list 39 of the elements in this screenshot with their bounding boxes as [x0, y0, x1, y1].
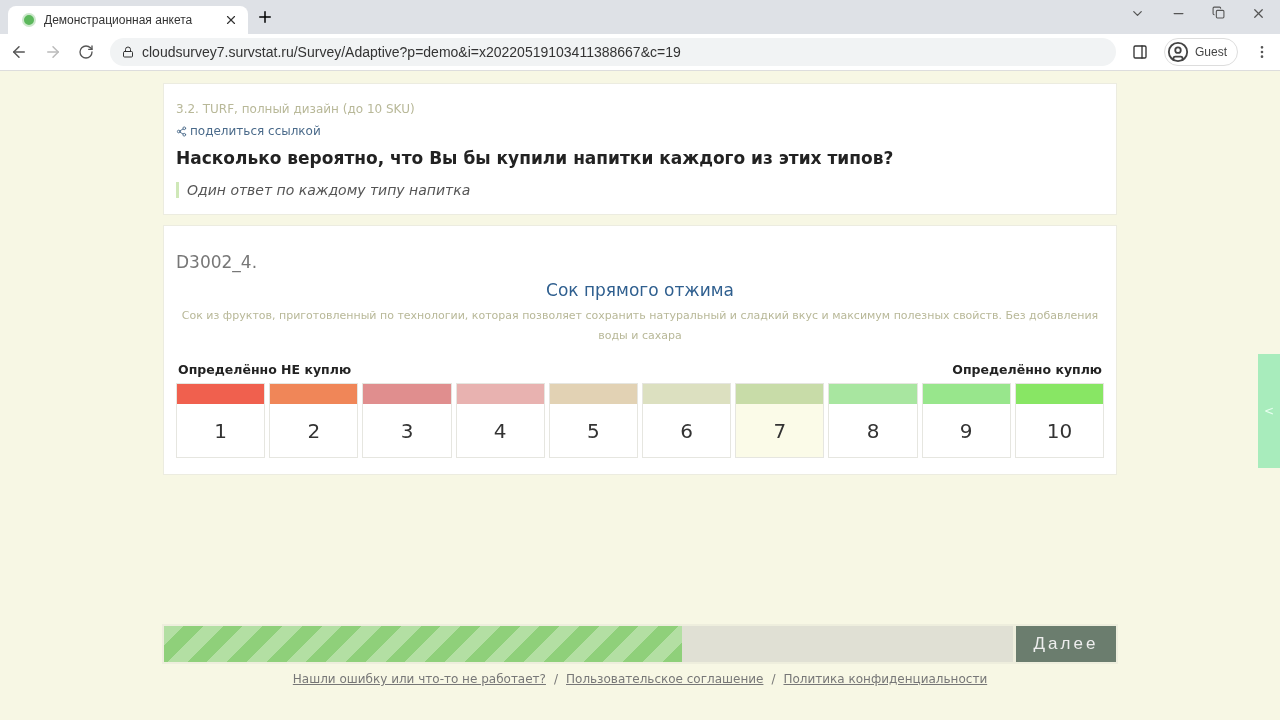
- rating-option[interactable]: 3: [362, 383, 452, 458]
- share-icon: [176, 125, 187, 137]
- lock-icon: [122, 46, 134, 58]
- question-text: Насколько вероятно, что Вы бы купили напитки каждого из этих типов?: [176, 148, 895, 168]
- url-text: cloudsurvey7.survstat.ru/Survey/Adaptive?p=demo&i=x20220519103411388667&c=19: [142, 44, 681, 60]
- high-label: Определённо куплю: [952, 362, 1102, 377]
- rating-option[interactable]: 4: [455, 383, 545, 458]
- address-bar[interactable]: cloudsurvey7.survstat.ru/Survey/Adaptive?p=demo&i=x20220519103411388667&c=19: [110, 38, 1116, 66]
- restore-icon[interactable]: [1212, 5, 1225, 19]
- item-code: D3002_4.: [176, 252, 259, 272]
- footer-link[interactable]: Политика конфиденциальности: [783, 672, 988, 686]
- low-label: Определённо НЕ куплю: [178, 362, 352, 377]
- separator: /: [771, 672, 776, 686]
- footer-link[interactable]: Пользовательское соглашение: [566, 672, 764, 686]
- section-label: 3.2. TURF, полный дизайн (до 10 SKU): [176, 102, 416, 116]
- rating-option[interactable]: 6: [642, 383, 732, 458]
- share-link[interactable]: поделиться ссылкой: [176, 124, 1104, 138]
- separator: /: [553, 672, 558, 686]
- close-icon[interactable]: [224, 13, 238, 27]
- browser-tab[interactable]: Демонстрационная анкета: [8, 6, 248, 34]
- avatar-icon: [1167, 41, 1189, 63]
- rating-option[interactable]: 5: [548, 383, 638, 458]
- item-description: Сок из фруктов, приготовленный по технологии, которая позволяет сохранить натуральный и сладкий вкус и максимум полезных свойств. Без добавления воды и сахара: [180, 308, 1100, 344]
- rating-option[interactable]: 1: [176, 383, 266, 458]
- rating-option[interactable]: 9: [921, 383, 1011, 458]
- back-icon[interactable]: [10, 43, 28, 61]
- rating-option[interactable]: 7: [735, 383, 825, 458]
- instruction-text: Один ответ по каждому типу напитка: [176, 182, 1104, 198]
- rating-option[interactable]: 8: [828, 383, 918, 458]
- rating-option[interactable]: 2: [269, 383, 359, 458]
- side-panel-icon[interactable]: [1132, 44, 1148, 60]
- next-button[interactable]: Далее: [1016, 626, 1116, 662]
- rating-option[interactable]: 10: [1014, 383, 1104, 458]
- item-title: Сок прямого отжима: [545, 280, 735, 300]
- favicon-icon: [22, 13, 36, 27]
- new-tab-icon[interactable]: [256, 8, 274, 26]
- footer-link[interactable]: Нашли ошибку или что-то не работает?: [292, 672, 546, 686]
- reload-icon[interactable]: [78, 44, 94, 60]
- tab-title: Демонстрационная анкета: [44, 13, 194, 27]
